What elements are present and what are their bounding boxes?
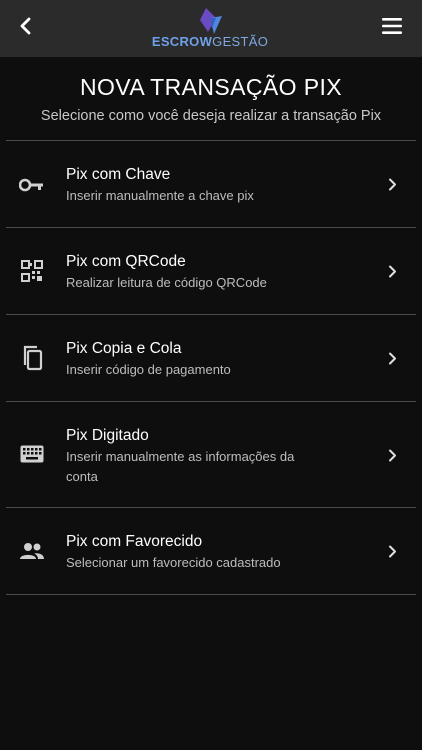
people-icon bbox=[18, 537, 46, 565]
option-description: Selecionar um favorecido cadastrado bbox=[66, 555, 281, 570]
option-title: Pix com Favorecido bbox=[66, 533, 203, 550]
page-title: NOVA TRANSAÇÃO PIX bbox=[80, 74, 342, 100]
hamburger-menu-icon bbox=[382, 18, 402, 34]
menu-button[interactable] bbox=[380, 14, 404, 38]
chevron-right-icon bbox=[386, 448, 398, 462]
chevron-right-icon bbox=[386, 177, 398, 191]
option-description: Inserir código de pagamento bbox=[66, 362, 231, 377]
option-title: Pix Digitado bbox=[66, 427, 149, 444]
option-description: Inserir manualmente as informações da co… bbox=[66, 449, 295, 484]
chevron-right-icon bbox=[386, 264, 398, 278]
chevron-left-icon bbox=[20, 17, 31, 35]
option-title: Pix com QRCode bbox=[66, 253, 186, 270]
qr-code-icon bbox=[18, 257, 46, 285]
top-bar: ESCROWGESTÃO bbox=[0, 0, 422, 57]
option-pix-com-favorecido[interactable]: Pix com Favorecido Selecionar um favorec… bbox=[6, 508, 416, 594]
option-title: Pix Copia e Cola bbox=[66, 340, 182, 357]
page-subtitle: Selecione como você deseja realizar a tr… bbox=[40, 108, 382, 124]
divider bbox=[6, 594, 416, 595]
option-pix-digitado[interactable]: Pix Digitado Inserir manualmente as info… bbox=[6, 402, 416, 507]
logo-text-bold: ESCROW bbox=[151, 34, 213, 49]
option-pix-com-chave[interactable]: Pix com Chave Inserir manualmente a chav… bbox=[6, 141, 416, 227]
back-button[interactable] bbox=[12, 12, 40, 40]
logo-text-light: GESTÃO bbox=[212, 34, 269, 49]
option-title: Pix com Chave bbox=[66, 166, 171, 183]
logo-mark-icon bbox=[200, 8, 222, 34]
option-pix-copia-e-cola[interactable]: Pix Copia e Cola Inserir código de pagam… bbox=[6, 315, 416, 401]
chevron-right-icon bbox=[386, 544, 398, 558]
key-icon bbox=[18, 171, 46, 199]
keyboard-icon bbox=[18, 440, 46, 468]
option-description: Inserir manualmente a chave pix bbox=[66, 188, 254, 203]
app-logo: ESCROWGESTÃO bbox=[150, 6, 270, 50]
copy-icon bbox=[18, 344, 46, 372]
option-description: Realizar leitura de código QRCode bbox=[66, 275, 267, 290]
chevron-right-icon bbox=[386, 351, 398, 365]
option-pix-com-qrcode[interactable]: Pix com QRCode Realizar leitura de códig… bbox=[6, 228, 416, 314]
logo-text: ESCROWGESTÃO bbox=[150, 34, 270, 49]
pix-options-list: Pix com Chave Inserir manualmente a chav… bbox=[6, 140, 416, 595]
